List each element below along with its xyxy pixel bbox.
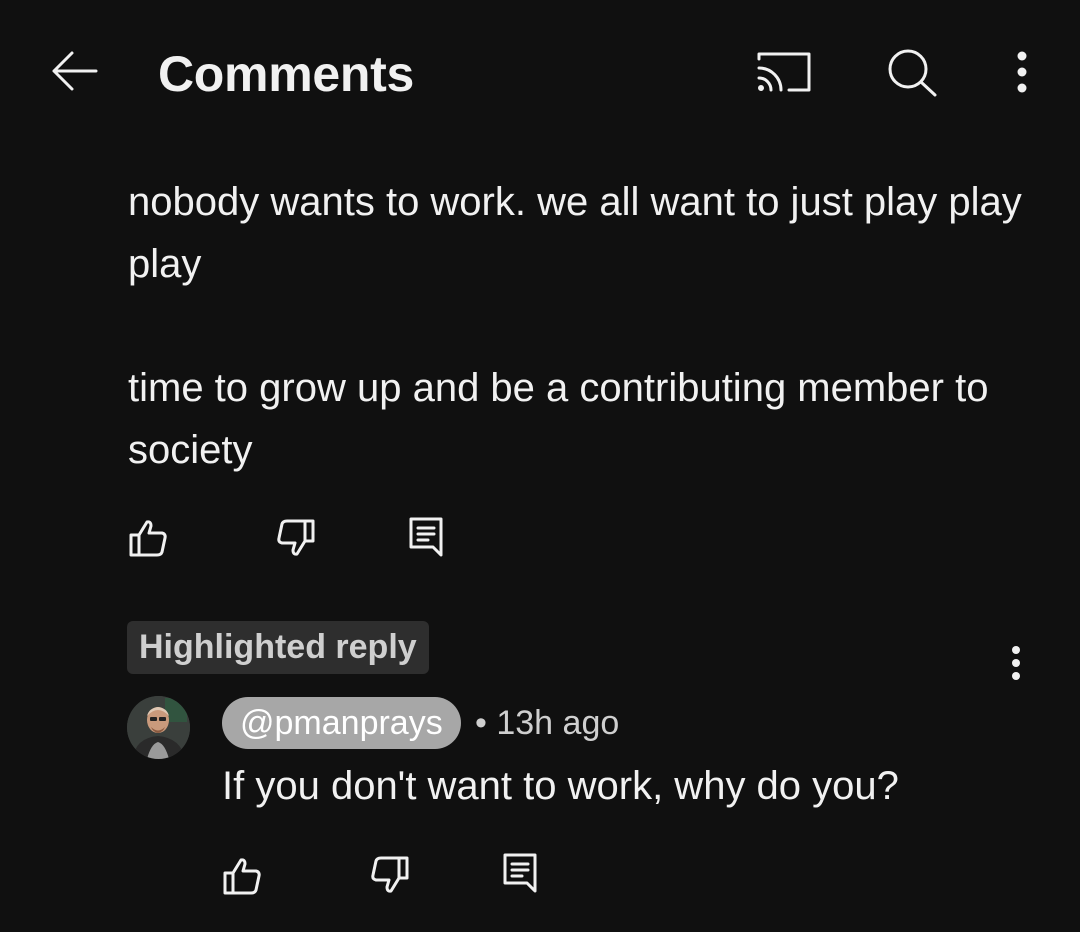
more-vert-icon <box>1012 646 1020 680</box>
comment-text: nobody wants to work. we all want to jus… <box>128 180 1022 286</box>
dislike-icon <box>277 519 315 556</box>
page-title: Comments <box>158 46 414 102</box>
search-icon <box>888 49 937 97</box>
search-button[interactable] <box>885 47 939 97</box>
meta-separator: • <box>475 704 487 742</box>
avatar[interactable] <box>127 696 190 759</box>
author-handle[interactable]: @pmanprays <box>222 697 461 749</box>
reply-like-button[interactable] <box>222 856 262 896</box>
avatar-image <box>127 696 190 759</box>
back-arrow-icon <box>52 51 98 91</box>
like-icon <box>129 520 167 557</box>
more-options-button[interactable] <box>1010 50 1034 94</box>
time-ago: 13h ago <box>496 704 620 742</box>
back-button[interactable] <box>50 48 100 94</box>
cast-button[interactable] <box>757 50 813 94</box>
cast-icon <box>757 52 811 92</box>
highlighted-reply-badge: Highlighted reply <box>127 621 429 674</box>
reply-dislike-button[interactable] <box>370 855 410 895</box>
like-icon <box>223 858 261 895</box>
comment-text: time to grow up and be a contributing me… <box>128 366 989 472</box>
like-button[interactable] <box>128 518 168 558</box>
dislike-button[interactable] <box>276 518 316 558</box>
reply-timestamp: • 13h ago <box>475 697 619 749</box>
reply-reply-button[interactable] <box>502 852 538 894</box>
reply-icon <box>409 517 443 557</box>
reply-icon <box>503 853 537 893</box>
reply-more-options-button[interactable] <box>1004 645 1028 681</box>
dislike-icon <box>371 856 409 893</box>
reply-button[interactable] <box>408 516 444 558</box>
more-vert-icon <box>1017 51 1027 93</box>
reply-text: If you don't want to work, why do you? <box>222 764 899 808</box>
